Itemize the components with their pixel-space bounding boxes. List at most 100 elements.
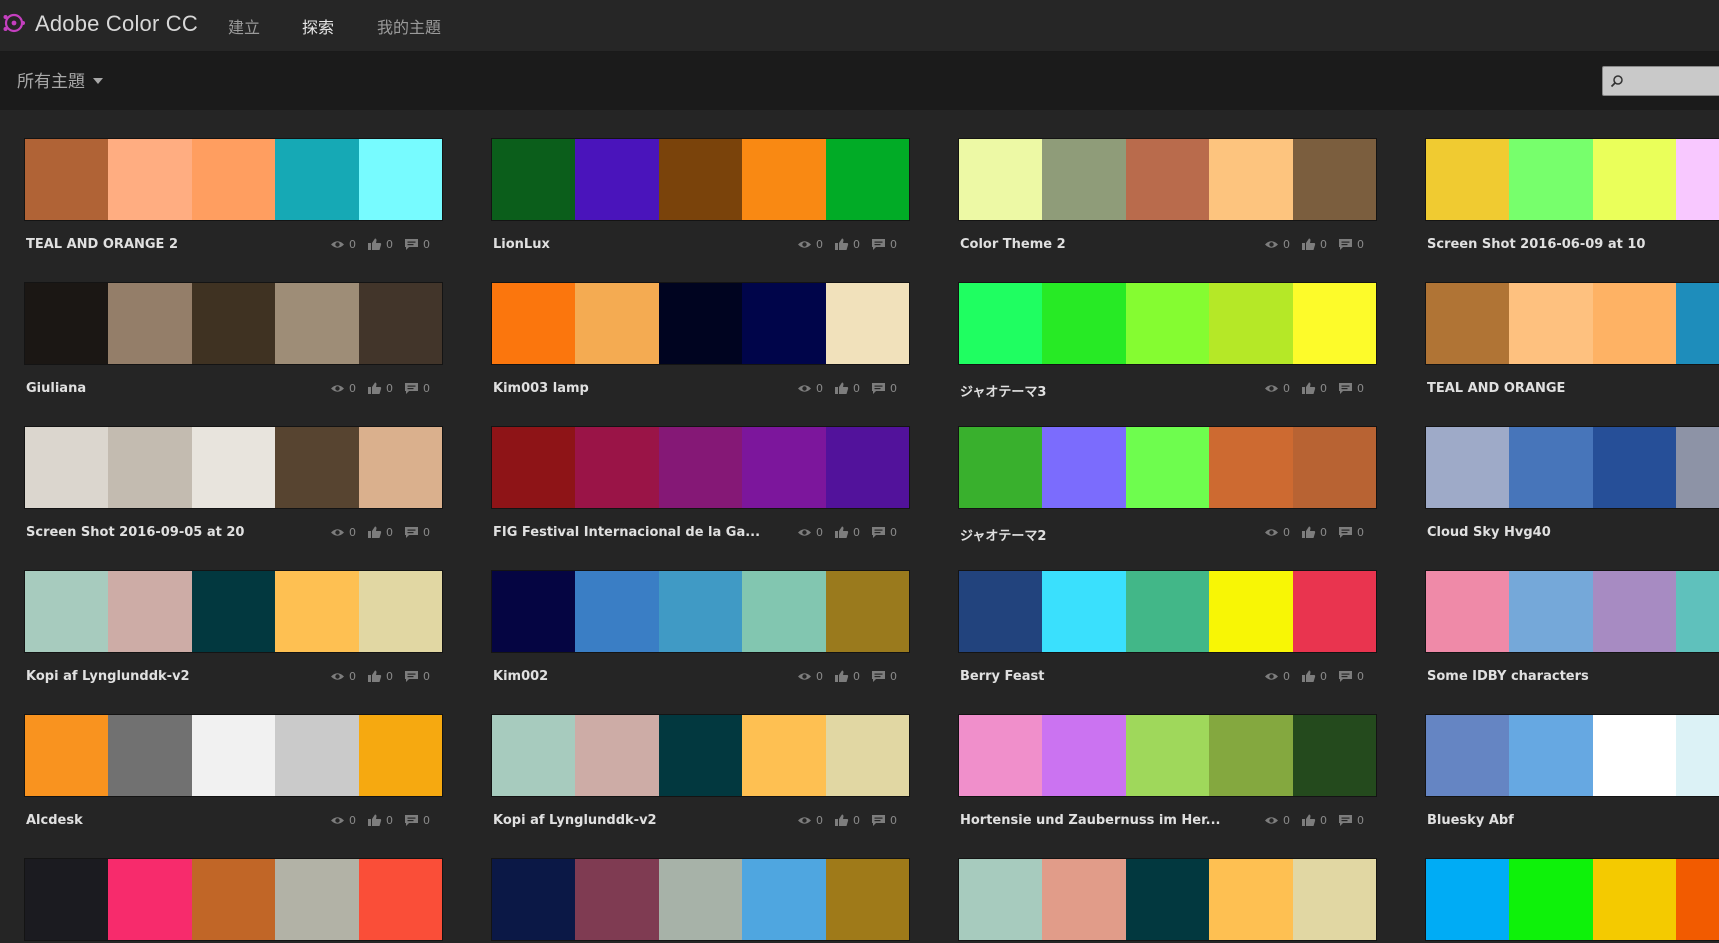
theme-card[interactable]: Kopi af Lynglunddk-v2 0 0 0 bbox=[0, 542, 443, 684]
comment-icon[interactable] bbox=[1338, 526, 1353, 539]
thumbs-up-icon[interactable] bbox=[367, 670, 382, 683]
nav-my-themes[interactable]: 我的主題 bbox=[377, 14, 441, 38]
theme-swatches[interactable] bbox=[1425, 138, 1719, 221]
theme-card[interactable]: Color Theme 2 0 0 0 bbox=[934, 110, 1377, 252]
adobe-color-logo-icon[interactable] bbox=[2, 11, 26, 35]
theme-card[interactable]: LionLux 0 0 0 bbox=[467, 110, 910, 252]
thumbs-up-icon[interactable] bbox=[834, 670, 849, 683]
color-swatch[interactable] bbox=[959, 859, 1043, 940]
thumbs-up-icon[interactable] bbox=[367, 814, 382, 827]
color-swatch[interactable] bbox=[1426, 571, 1510, 652]
color-swatch[interactable] bbox=[1209, 427, 1293, 508]
theme-swatches[interactable] bbox=[1425, 858, 1719, 941]
color-swatch[interactable] bbox=[1509, 859, 1593, 940]
color-swatch[interactable] bbox=[108, 715, 192, 796]
color-swatch[interactable] bbox=[825, 859, 910, 940]
theme-name[interactable]: Kopi af Lynglunddk-v2 bbox=[26, 669, 316, 684]
color-swatch[interactable] bbox=[1676, 715, 1719, 796]
theme-name[interactable]: Screen Shot 2016-09-05 at 20 bbox=[26, 525, 316, 540]
color-swatch[interactable] bbox=[25, 139, 109, 220]
color-swatch[interactable] bbox=[191, 139, 276, 220]
color-swatch[interactable] bbox=[1426, 859, 1510, 940]
color-swatch[interactable] bbox=[742, 715, 826, 796]
theme-name[interactable]: Berry Feast bbox=[960, 669, 1250, 684]
color-swatch[interactable] bbox=[25, 283, 109, 364]
theme-card[interactable]: ジャオテーマ3 0 0 0 bbox=[934, 254, 1377, 400]
color-swatch[interactable] bbox=[1676, 571, 1719, 652]
theme-card[interactable]: Alcdesk 0 0 0 bbox=[0, 686, 443, 828]
color-swatch[interactable] bbox=[108, 283, 192, 364]
color-swatch[interactable] bbox=[1209, 859, 1293, 940]
color-swatch[interactable] bbox=[1676, 427, 1719, 508]
color-swatch[interactable] bbox=[1042, 427, 1126, 508]
color-swatch[interactable] bbox=[1509, 571, 1593, 652]
theme-name[interactable]: TEAL AND ORANGE 2 bbox=[26, 237, 316, 252]
comment-icon[interactable] bbox=[1338, 670, 1353, 683]
theme-name[interactable]: Kopi af Lynglunddk-v2 bbox=[493, 813, 783, 828]
theme-card[interactable]: Screen Shot 2016-06-09 at 10 0 0 0 bbox=[1401, 110, 1719, 252]
theme-name[interactable]: FIG Festival Internacional de la Ga... bbox=[493, 525, 783, 540]
color-swatch[interactable] bbox=[1292, 715, 1377, 796]
thumbs-up-icon[interactable] bbox=[1301, 814, 1316, 827]
color-swatch[interactable] bbox=[742, 283, 826, 364]
theme-name[interactable]: Alcdesk bbox=[26, 813, 316, 828]
theme-swatches[interactable] bbox=[24, 570, 443, 653]
color-swatch[interactable] bbox=[658, 571, 743, 652]
color-swatch[interactable] bbox=[1509, 283, 1593, 364]
theme-card[interactable] bbox=[934, 830, 1377, 943]
color-swatch[interactable] bbox=[492, 859, 576, 940]
theme-card[interactable]: Kopi af Lynglunddk-v2 0 0 0 bbox=[467, 686, 910, 828]
color-swatch[interactable] bbox=[191, 427, 276, 508]
theme-swatches[interactable] bbox=[958, 570, 1377, 653]
color-swatch[interactable] bbox=[959, 139, 1043, 220]
color-swatch[interactable] bbox=[575, 715, 659, 796]
comment-icon[interactable] bbox=[404, 238, 419, 251]
color-swatch[interactable] bbox=[575, 283, 659, 364]
color-swatch[interactable] bbox=[1592, 715, 1677, 796]
theme-card[interactable]: Kim003 lamp 0 0 0 bbox=[467, 254, 910, 396]
color-swatch[interactable] bbox=[25, 859, 109, 940]
color-swatch[interactable] bbox=[1592, 571, 1677, 652]
nav-create[interactable]: 建立 bbox=[228, 14, 260, 38]
color-swatch[interactable] bbox=[1509, 715, 1593, 796]
color-swatch[interactable] bbox=[275, 427, 359, 508]
theme-swatches[interactable] bbox=[24, 138, 443, 221]
color-swatch[interactable] bbox=[742, 571, 826, 652]
color-swatch[interactable] bbox=[108, 427, 192, 508]
comment-icon[interactable] bbox=[871, 814, 886, 827]
theme-swatches[interactable] bbox=[491, 138, 910, 221]
color-swatch[interactable] bbox=[1426, 283, 1510, 364]
color-swatch[interactable] bbox=[575, 139, 659, 220]
color-swatch[interactable] bbox=[742, 139, 826, 220]
comment-icon[interactable] bbox=[1338, 238, 1353, 251]
theme-swatches[interactable] bbox=[24, 282, 443, 365]
theme-card[interactable]: Giuliana 0 0 0 bbox=[0, 254, 443, 396]
color-swatch[interactable] bbox=[1676, 139, 1719, 220]
color-swatch[interactable] bbox=[492, 715, 576, 796]
color-swatch[interactable] bbox=[191, 859, 276, 940]
theme-name[interactable]: TEAL AND ORANGE bbox=[1427, 381, 1717, 396]
color-swatch[interactable] bbox=[1426, 715, 1510, 796]
color-swatch[interactable] bbox=[1292, 283, 1377, 364]
color-swatch[interactable] bbox=[275, 139, 359, 220]
comment-icon[interactable] bbox=[404, 814, 419, 827]
thumbs-up-icon[interactable] bbox=[367, 238, 382, 251]
theme-name[interactable]: Bluesky Abf bbox=[1427, 813, 1717, 828]
color-swatch[interactable] bbox=[25, 571, 109, 652]
color-swatch[interactable] bbox=[742, 859, 826, 940]
color-swatch[interactable] bbox=[358, 715, 443, 796]
color-swatch[interactable] bbox=[492, 139, 576, 220]
thumbs-up-icon[interactable] bbox=[834, 382, 849, 395]
theme-name[interactable]: Kim003 lamp bbox=[493, 381, 783, 396]
theme-card[interactable]: Cloud Sky Hvg40 0 0 0 bbox=[1401, 398, 1719, 540]
nav-explore[interactable]: 探索 bbox=[302, 14, 334, 38]
color-swatch[interactable] bbox=[492, 283, 576, 364]
color-swatch[interactable] bbox=[1426, 139, 1510, 220]
color-swatch[interactable] bbox=[191, 571, 276, 652]
color-swatch[interactable] bbox=[1509, 139, 1593, 220]
thumbs-up-icon[interactable] bbox=[367, 382, 382, 395]
color-swatch[interactable] bbox=[1209, 715, 1293, 796]
color-swatch[interactable] bbox=[275, 859, 359, 940]
comment-icon[interactable] bbox=[1338, 382, 1353, 395]
color-swatch[interactable] bbox=[1125, 571, 1210, 652]
